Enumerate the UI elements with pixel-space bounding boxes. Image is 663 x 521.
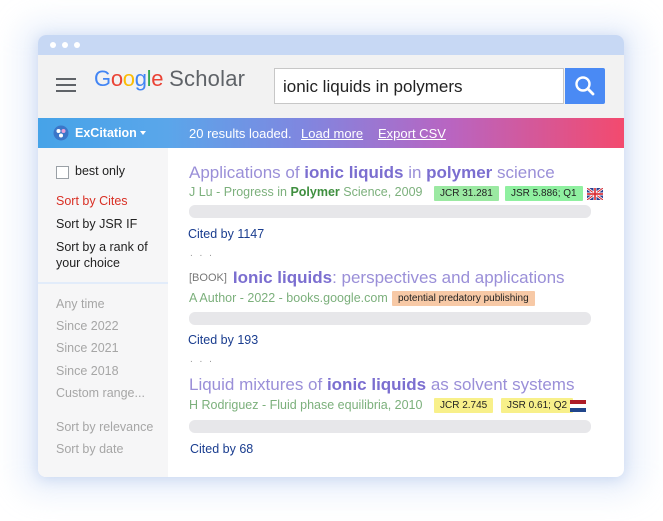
best-only-checkbox[interactable] [56, 166, 69, 179]
result-meta: J Lu - Progress in Polymer Science, 2009 [189, 185, 423, 199]
snippet-placeholder [189, 420, 591, 433]
filter-since-2021[interactable]: Since 2021 [56, 341, 119, 355]
results-list: Applications of ionic liquids in polymer… [168, 148, 624, 477]
book-tag: [BOOK] [189, 272, 227, 284]
result-meta: A Author - 2022 - books.google.com [189, 291, 388, 305]
cited-by-link[interactable]: Cited by 193 [188, 333, 258, 347]
search-input[interactable]: ionic liquids in polymers [274, 68, 564, 104]
logo-letter: o [110, 66, 123, 91]
ellipsis: . . . [190, 354, 214, 365]
result-title[interactable]: Liquid mixtures of ionic liquids as solv… [189, 375, 574, 395]
logo-letter: e [151, 66, 164, 91]
result-title[interactable]: [BOOK] Ionic liquids: perspectives and ap… [189, 268, 565, 288]
window-dot [50, 42, 56, 48]
best-only-label: best only [75, 164, 126, 178]
search-button[interactable] [565, 68, 605, 104]
browser-window: Google Scholar ionic liquids in polymers … [38, 35, 624, 477]
scholar-header: Google Scholar ionic liquids in polymers [38, 55, 624, 118]
logo-letter: G [94, 66, 111, 91]
result-meta: H Rodriguez - Fluid phase equilibria, 20… [189, 398, 423, 412]
excitation-menu[interactable]: ExCitation [75, 126, 137, 140]
snippet-placeholder [189, 312, 591, 325]
excitation-logo-icon [53, 125, 69, 141]
window-dot [74, 42, 80, 48]
logo-word: Scholar [169, 66, 246, 91]
window-dot [62, 42, 68, 48]
google-scholar-logo[interactable]: Google Scholar [94, 66, 245, 92]
jcr-badge: JCR 2.745 [434, 398, 494, 413]
export-csv-link[interactable]: Export CSV [378, 126, 446, 141]
predatory-badge: potential predatory publishing [392, 291, 535, 306]
window-titlebar [38, 35, 624, 55]
sort-by-cites[interactable]: Sort by Cites [56, 194, 128, 208]
sidebar: best only Sort by Cites Sort by JSR IF S… [38, 148, 168, 477]
chevron-down-icon [140, 131, 146, 135]
results-status: 20 results loaded. [189, 126, 292, 141]
jcr-badge: JCR 31.281 [434, 186, 499, 201]
filter-since-2022[interactable]: Since 2022 [56, 319, 119, 333]
logo-letter: o [122, 66, 135, 91]
result-title[interactable]: Applications of ionic liquids in polymer… [189, 163, 555, 183]
jsr-badge: JSR 0.61; Q2 [501, 398, 574, 413]
sort-by-date[interactable]: Sort by date [56, 442, 123, 456]
cited-by-link[interactable]: Cited by 68 [190, 442, 253, 456]
sort-by-jsr[interactable]: Sort by JSR IF [56, 217, 137, 231]
netherlands-flag-icon [570, 400, 586, 412]
search-icon [575, 76, 595, 96]
filter-any-time[interactable]: Any time [56, 297, 105, 311]
ellipsis: . . . [190, 248, 214, 259]
filter-custom-range[interactable]: Custom range... [56, 386, 145, 400]
load-more-link[interactable]: Load more [301, 126, 363, 141]
excitation-toolbar: ExCitation 20 results loaded. Load more … [38, 118, 624, 148]
logo-letter: g [134, 66, 147, 91]
sidebar-divider [38, 282, 168, 284]
menu-icon[interactable] [56, 78, 76, 93]
uk-flag-icon [587, 188, 603, 200]
snippet-placeholder [189, 205, 591, 218]
sort-by-relevance[interactable]: Sort by relevance [56, 420, 153, 434]
jsr-badge: JSR 5.886; Q1 [505, 186, 583, 201]
filter-since-2018[interactable]: Since 2018 [56, 364, 119, 378]
sort-by-rank[interactable]: Sort by a rank of your choice [56, 239, 164, 271]
cited-by-link[interactable]: Cited by 1147 [188, 227, 264, 241]
